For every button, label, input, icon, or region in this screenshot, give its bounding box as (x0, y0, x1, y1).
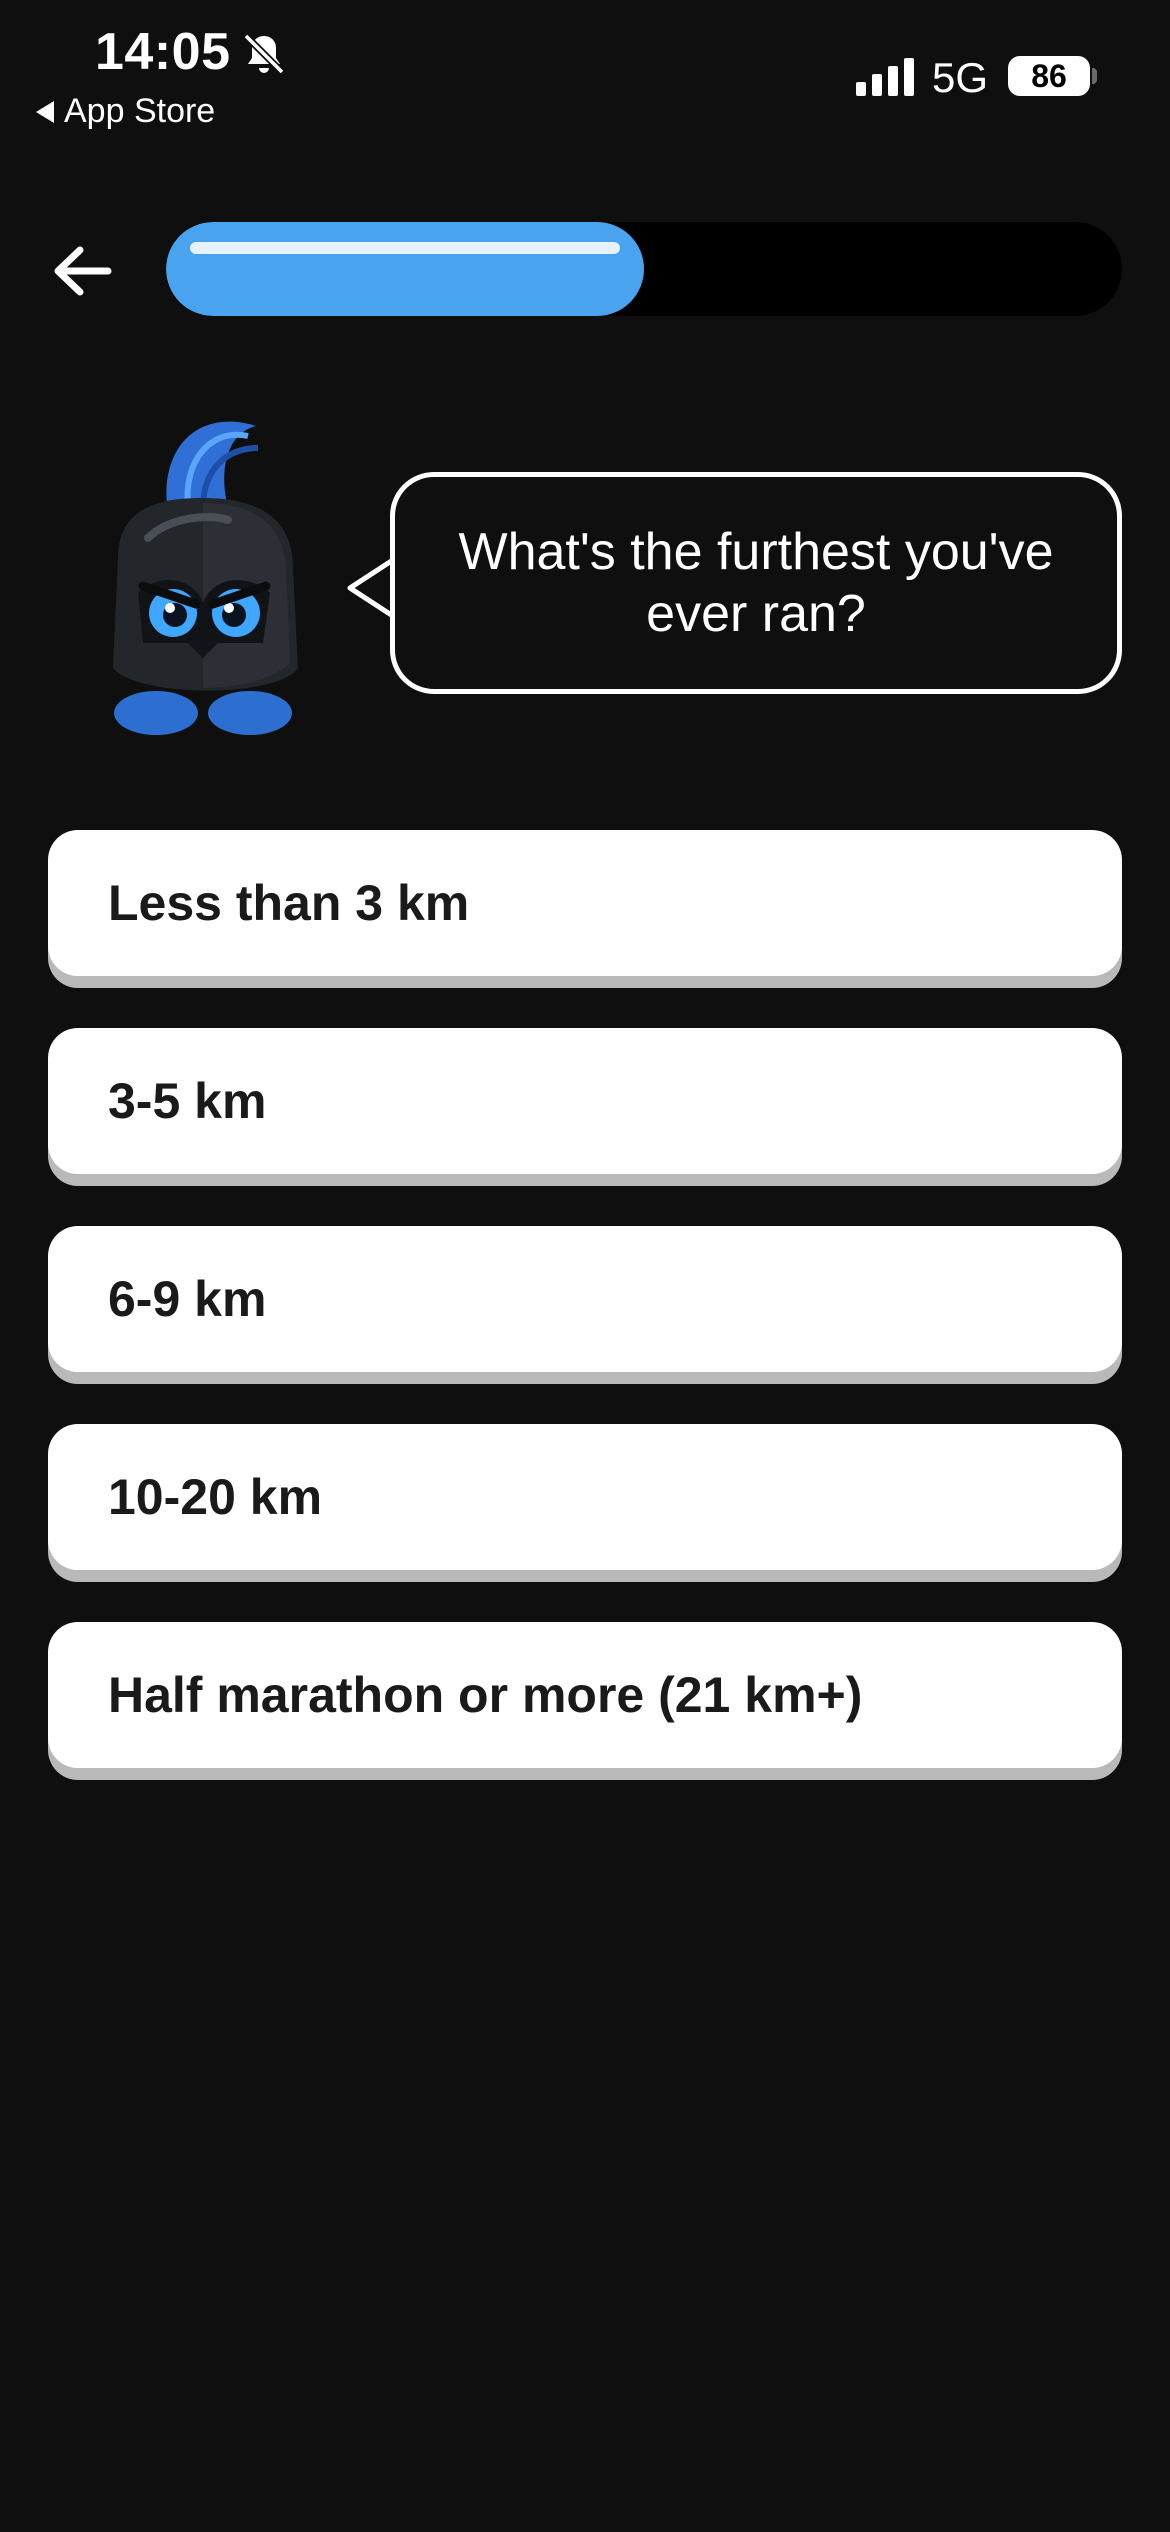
network-type: 5G (932, 54, 989, 101)
question-text: What's the furthest you've ever ran? (458, 522, 1054, 643)
speech-bubble: What's the furthest you've ever ran? (390, 472, 1122, 694)
battery-level: 86 (1031, 57, 1067, 94)
answer-options: Less than 3 km 3-5 km 6-9 km 10-20 km Ha… (48, 830, 1122, 1820)
back-to-app-store[interactable]: App Store (36, 92, 215, 131)
option-button[interactable]: Less than 3 km (48, 830, 1122, 976)
progress-fill (166, 222, 644, 316)
signal-bars-icon (856, 58, 914, 96)
option-button[interactable]: 10-20 km (48, 1424, 1122, 1570)
progress-shine (190, 242, 620, 254)
spartan-helmet-mascot (113, 421, 298, 735)
back-app-label: App Store (64, 92, 216, 130)
arrow-left-icon[interactable] (48, 236, 118, 306)
option-button[interactable]: 6-9 km (48, 1226, 1122, 1372)
progress-bar (166, 222, 1122, 316)
status-time: 14:05 (95, 23, 231, 81)
battery-tip (1092, 68, 1097, 84)
option-button[interactable]: 3-5 km (48, 1028, 1122, 1174)
bell-slash-icon (243, 33, 285, 75)
battery-icon: 86 (1008, 56, 1090, 96)
back-triangle-icon (36, 100, 54, 123)
option-button[interactable]: Half marathon or more (21 km+) (48, 1622, 1122, 1768)
